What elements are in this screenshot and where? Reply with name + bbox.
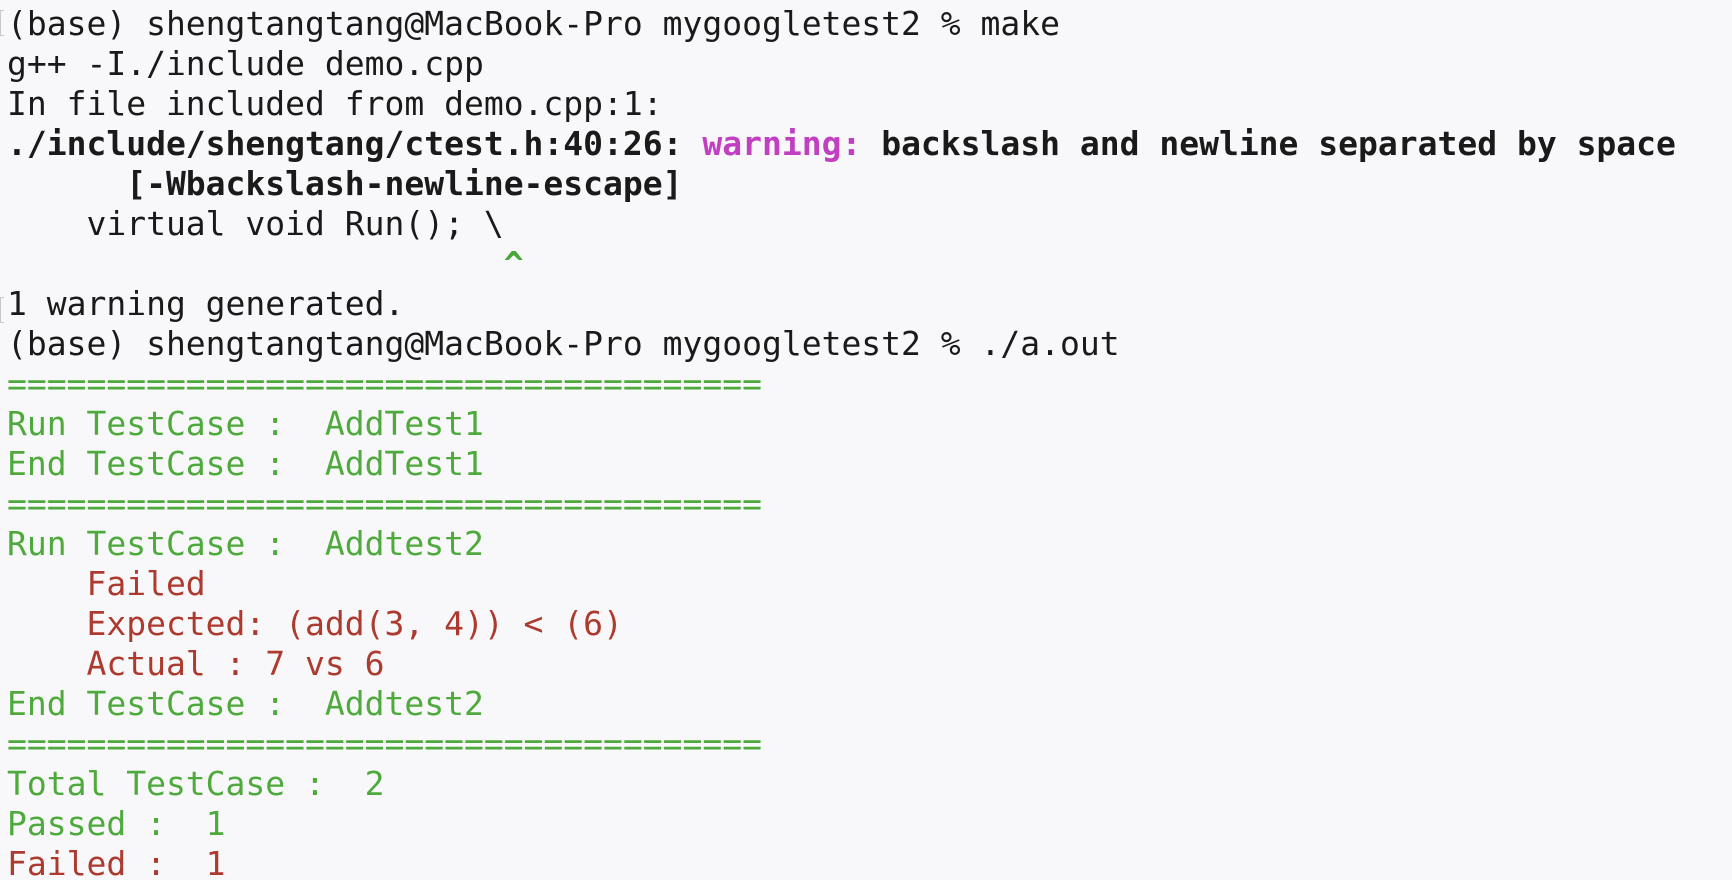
caret-indicator: ^ (7, 244, 524, 283)
end-testcase-2: End TestCase : Addtest2 (7, 684, 484, 723)
prompt-line-make: (base) shengtangtang@MacBook-Pro mygoogl… (7, 4, 1060, 43)
warning-message: backslash and newline separated by space (861, 124, 1676, 163)
warning-line: ./include/shengtang/ctest.h:40:26: warni… (7, 124, 1732, 164)
warning-label: warning: (702, 124, 862, 163)
separator-line-1: ====================================== (7, 364, 762, 403)
run-testcase-1: Run TestCase : AddTest1 (7, 404, 484, 443)
failed-count-line: Failed : 1 (7, 844, 226, 880)
prompt-line-run: (base) shengtangtang@MacBook-Pro mygoogl… (7, 324, 1120, 363)
compile-command-line: g++ -I./include demo.cpp (7, 44, 484, 83)
passed-count-line: Passed : 1 (7, 804, 226, 843)
prompt-marker-icon-2 (0, 297, 4, 323)
expected-message: Expected: (add(3, 4)) < (6) (7, 604, 623, 643)
prompt-marker-icon (0, 10, 4, 36)
warnings-generated-line: 1 warning generated. (7, 284, 405, 323)
actual-message: Actual : 7 vs 6 (7, 644, 385, 683)
total-testcase-line: Total TestCase : 2 (7, 764, 385, 803)
failed-message: Failed (7, 564, 206, 603)
warning-flag-line: [-Wbackslash-newline-escape] (7, 164, 683, 203)
source-code-line: virtual void Run(); \ (7, 204, 504, 243)
warning-location: ./include/shengtang/ctest.h:40:26: (7, 124, 703, 163)
separator-line-2: ====================================== (7, 484, 762, 523)
included-from-line: In file included from demo.cpp:1: (7, 84, 663, 123)
run-testcase-2: Run TestCase : Addtest2 (7, 524, 484, 563)
end-testcase-1: End TestCase : AddTest1 (7, 444, 484, 483)
separator-line-3: ====================================== (7, 724, 762, 763)
terminal-window[interactable]: (base) shengtangtang@MacBook-Pro mygoogl… (0, 0, 1732, 880)
